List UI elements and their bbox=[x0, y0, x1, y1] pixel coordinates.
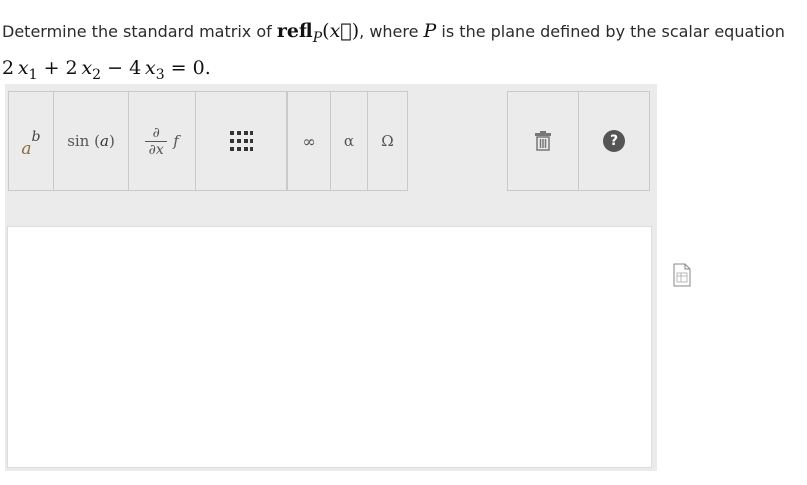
question-text: Determine the standard matrix of reflP(x… bbox=[2, 16, 802, 90]
var-1: x bbox=[17, 57, 29, 79]
partial-denominator: ∂x bbox=[148, 141, 164, 158]
trig-function-button[interactable]: sin (a) bbox=[53, 91, 129, 191]
matrix-button[interactable] bbox=[195, 91, 287, 191]
plane-subscript: P bbox=[312, 30, 323, 46]
coef-3: 4 bbox=[129, 57, 142, 79]
equation-rhs: = 0. bbox=[170, 57, 211, 79]
trig-fn-label: sin bbox=[67, 132, 90, 150]
op-plus: + bbox=[43, 57, 60, 79]
var-3: x bbox=[144, 57, 156, 79]
answer-input-area[interactable] bbox=[7, 226, 652, 468]
sub-1: 1 bbox=[28, 67, 38, 83]
question-prefix: Determine the standard matrix of bbox=[2, 22, 277, 41]
trig-arg: a bbox=[99, 132, 109, 150]
vector-x: x⃗ bbox=[329, 20, 352, 42]
clear-button[interactable] bbox=[507, 91, 579, 191]
question-suffix: is the plane defined by the scalar equat… bbox=[436, 22, 785, 41]
paren-open: ( bbox=[322, 20, 330, 42]
power-exponent: b bbox=[31, 129, 41, 146]
alpha-symbol: α bbox=[343, 132, 355, 150]
var-2: x bbox=[81, 57, 93, 79]
partial-numerator: ∂ bbox=[152, 124, 160, 141]
partial-derivative-button[interactable]: ∂ ∂x f bbox=[128, 91, 196, 191]
alpha-button[interactable]: α bbox=[330, 91, 368, 191]
document-icon[interactable] bbox=[673, 263, 691, 287]
power-base: a bbox=[21, 138, 32, 159]
sub-3: 3 bbox=[155, 67, 165, 83]
help-button[interactable]: ? bbox=[578, 91, 650, 191]
infinity-symbol: ∞ bbox=[302, 131, 316, 151]
question-middle: , where bbox=[359, 22, 424, 41]
question-line-1: Determine the standard matrix of reflP(x… bbox=[2, 16, 802, 53]
omega-symbol: Ω bbox=[381, 132, 394, 150]
omega-button[interactable]: Ω bbox=[367, 91, 408, 191]
help-icon: ? bbox=[603, 130, 625, 152]
sub-2: 2 bbox=[92, 67, 102, 83]
infinity-button[interactable]: ∞ bbox=[287, 91, 331, 191]
op-minus: − bbox=[107, 57, 124, 79]
help-glyph: ? bbox=[609, 133, 619, 149]
math-editor: ab sin (a) ∂ ∂x f ∞ α Ω ? bbox=[5, 84, 657, 471]
refl-operator: refl bbox=[276, 20, 313, 42]
reflection-expression: reflP(x⃗) bbox=[276, 20, 359, 46]
matrix-icon bbox=[230, 131, 253, 151]
coef-2: 2 bbox=[65, 57, 78, 79]
partial-function: f bbox=[173, 132, 179, 150]
power-button[interactable]: ab bbox=[8, 91, 54, 191]
trig-paren-close: ) bbox=[108, 132, 115, 150]
plane-variable: P bbox=[423, 20, 437, 42]
trash-icon bbox=[535, 131, 551, 151]
coef-1: 2 bbox=[2, 57, 15, 79]
